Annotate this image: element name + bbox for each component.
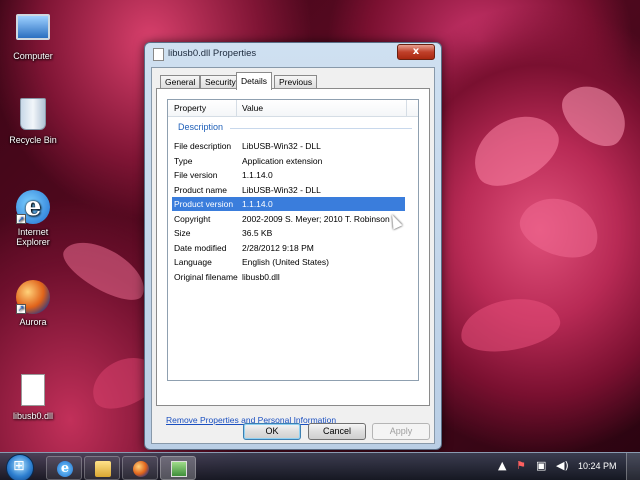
table-row[interactable]: Date modified 2/28/2012 9:18 PM: [172, 241, 405, 255]
property-name: Language: [174, 257, 212, 267]
cancel-button[interactable]: Cancel: [308, 423, 366, 440]
desktop-icon-label: Computer: [13, 51, 53, 61]
volume-icon[interactable]: ◀): [556, 459, 569, 472]
show-desktop-button[interactable]: [626, 453, 640, 480]
internet-explorer-icon: e: [57, 461, 73, 477]
table-row[interactable]: Original filename libusb0.dll: [172, 270, 405, 284]
wallpaper-petal: [513, 187, 607, 268]
table-row[interactable]: File description LibUSB-Win32 - DLL: [172, 139, 405, 153]
close-button[interactable]: x: [397, 44, 435, 60]
table-row-selected[interactable]: Product version 1.1.14.0: [172, 197, 405, 211]
property-value: 36.5 KB: [242, 228, 273, 238]
property-value: libusb0.dll: [242, 271, 280, 282]
property-name: File description: [174, 141, 232, 151]
dialog-title: libusb0.dll Properties: [168, 48, 257, 59]
list-header: Property Value: [168, 100, 418, 117]
table-row[interactable]: Product name LibUSB-Win32 - DLL: [172, 183, 405, 197]
desktop-icon-label: Aurora: [19, 317, 47, 327]
details-list[interactable]: Property Value Description File descript…: [167, 99, 419, 381]
apply-button[interactable]: Apply: [372, 423, 430, 440]
tab-previous-versions[interactable]: Previous Versions: [274, 75, 318, 100]
desktop-icon-aurora[interactable]: ↗ Aurora: [4, 280, 62, 327]
property-name: Size: [174, 228, 191, 238]
aurora-icon: ↗: [16, 280, 50, 314]
group-header-description: Description: [178, 122, 224, 132]
details-panel: Property Value Description File descript…: [156, 88, 430, 406]
clock[interactable]: 10:24 PM: [578, 461, 617, 471]
wallpaper-petal: [552, 73, 638, 157]
network-icon[interactable]: ▣: [536, 459, 546, 472]
taskbar-internet-explorer[interactable]: e: [46, 456, 82, 480]
recycle-bin-icon: [16, 98, 50, 132]
column-header-value[interactable]: Value: [242, 103, 263, 113]
group-divider: [230, 128, 412, 129]
show-hidden-icons-icon[interactable]: ▲: [498, 459, 506, 472]
table-row[interactable]: Type Application extension: [172, 154, 405, 168]
property-value: Application extension: [242, 155, 323, 166]
property-value: LibUSB-Win32 - DLL: [242, 141, 321, 151]
taskbar-aurora[interactable]: [122, 456, 158, 480]
table-row[interactable]: Language English (United States): [172, 255, 405, 269]
property-value: 1.1.14.0: [242, 199, 273, 209]
shortcut-arrow-icon: ↗: [16, 214, 26, 224]
wallpaper-petal: [456, 291, 564, 359]
dll-file-icon: [16, 374, 50, 408]
property-name: Product name: [174, 184, 227, 195]
desktop-icon-libusb0-dll[interactable]: libusb0.dll: [4, 374, 62, 421]
property-value: 2/28/2012 9:18 PM: [242, 242, 314, 253]
internet-explorer-icon: e ↗: [16, 190, 50, 224]
property-value: 1.1.14.0: [242, 170, 273, 180]
windows-explorer-icon: [95, 461, 111, 477]
property-name: File version: [174, 170, 218, 180]
control-panel-icon: [171, 461, 187, 477]
properties-dialog: libusb0.dll Properties x General Securit…: [144, 42, 442, 450]
property-value: LibUSB-Win32 - DLL: [242, 184, 321, 195]
computer-icon: [16, 14, 50, 48]
property-value: 2002-2009 S. Meyer; 2010 T. Robinson: [242, 213, 390, 224]
table-row[interactable]: Copyright 2002-2009 S. Meyer; 2010 T. Rob…: [172, 212, 405, 226]
wallpaper-petal: [461, 101, 569, 199]
desktop-icon-recycle-bin[interactable]: Recycle Bin: [4, 98, 62, 145]
wallpaper-petal: [56, 230, 154, 310]
table-row[interactable]: File version 1.1.14.0: [172, 168, 405, 182]
desktop-icon-internet-explorer[interactable]: e ↗ Internet Explorer: [4, 190, 62, 247]
action-center-icon[interactable]: ⚑: [516, 459, 526, 472]
start-button[interactable]: [6, 454, 34, 480]
desktop-icon-label-line2: Explorer: [16, 237, 50, 247]
column-divider[interactable]: [406, 100, 407, 116]
file-icon: [153, 48, 164, 61]
property-name: Original filename: [174, 271, 238, 282]
aurora-icon: [133, 461, 149, 477]
dialog-client: General Security Details Previous Versio…: [151, 67, 435, 444]
taskbar-control-panel[interactable]: [160, 456, 196, 480]
dialog-titlebar[interactable]: libusb0.dll Properties x: [145, 43, 441, 65]
property-name: Copyright: [174, 213, 211, 224]
tab-details[interactable]: Details: [236, 72, 272, 90]
desktop-icon-label-line1: Internet: [17, 227, 49, 237]
tab-security[interactable]: Security: [200, 75, 241, 89]
shortcut-arrow-icon: ↗: [16, 304, 26, 314]
property-name: Date modified: [174, 242, 227, 253]
taskbar: e ▲ ⚑ ▣ ◀) 10:24 PM: [0, 452, 640, 480]
ok-button[interactable]: OK: [243, 423, 301, 440]
taskbar-windows-explorer[interactable]: [84, 456, 120, 480]
property-name: Product version: [174, 199, 234, 209]
tab-general[interactable]: General: [160, 75, 201, 89]
desktop-icon-label: libusb0.dll: [12, 411, 54, 421]
property-value: English (United States): [242, 257, 329, 267]
table-row[interactable]: Size 36.5 KB: [172, 226, 405, 240]
desktop-icon-computer[interactable]: Computer: [4, 10, 62, 61]
property-name: Type: [174, 155, 193, 166]
column-divider[interactable]: [236, 100, 237, 116]
column-header-property[interactable]: Property: [174, 103, 206, 113]
desktop-icon-label: Recycle Bin: [9, 135, 57, 145]
